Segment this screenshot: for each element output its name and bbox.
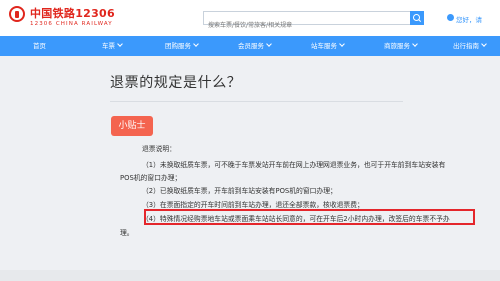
brand-subtitle: 12306 CHINA RAILWAY (30, 21, 113, 27)
nav-label: 出行指南 (453, 42, 479, 50)
nav-label: 商旅服务 (384, 42, 410, 50)
railway-logo-icon[interactable] (9, 6, 25, 22)
nav-item-station-service[interactable]: 站车服务 (311, 36, 345, 56)
brand-name[interactable]: 中国铁路12306 (30, 5, 115, 21)
nav-label: 会员服务 (238, 42, 264, 50)
page-title: 退票的规定是什么？ (110, 75, 242, 91)
divider (110, 101, 403, 102)
nav-label: 车票 (102, 42, 115, 50)
search-box[interactable] (203, 11, 411, 32)
chevron-down-icon (412, 41, 418, 47)
chevron-down-icon (193, 41, 199, 47)
search-button[interactable] (410, 11, 424, 25)
main-nav: 首页 车票 团购服务 会员服务 站车服务 商旅服务 出行指南 (0, 36, 500, 56)
nav-item-home[interactable]: 首页 (33, 36, 46, 56)
nav-item-business-service[interactable]: 商旅服务 (384, 36, 418, 56)
nav-label: 团购服务 (165, 42, 191, 50)
user-icon (447, 14, 454, 21)
nav-label: 站车服务 (311, 42, 337, 50)
chevron-down-icon (481, 41, 487, 47)
nav-label: 首页 (33, 42, 46, 50)
refund-rule-4-cont: 理。 (120, 229, 134, 237)
chevron-down-icon (266, 41, 272, 47)
refund-rule-2: （2）已换取纸质车票，开车前到车站安装有POS机的窗口办理； (142, 187, 337, 195)
nav-item-member-service[interactable]: 会员服务 (238, 36, 272, 56)
welcome-link[interactable]: 您好，请 (456, 14, 482, 24)
chevron-down-icon (339, 41, 345, 47)
nav-item-travel-guide[interactable]: 出行指南 (453, 36, 487, 56)
refund-note-heading: 退票说明： (142, 145, 176, 153)
chevron-down-icon (117, 41, 123, 47)
highlight-box (144, 209, 475, 225)
tip-badge: 小贴士 (111, 116, 153, 136)
search-input[interactable] (204, 19, 398, 32)
refund-rule-1: （1）未换取纸质车票，可不晚于车票发站开车前在网上办理网退票业务，也可于开车前到… (142, 161, 446, 169)
footer-strip (0, 270, 500, 281)
refund-rule-3: （3）在票面指定的开车时间前到车站办理，退还全部票款，核收退票费； (142, 201, 364, 209)
nav-item-tickets[interactable]: 车票 (102, 36, 123, 56)
header: 中国铁路12306 12306 CHINA RAILWAY 您好，请 (0, 0, 500, 36)
nav-item-group-service[interactable]: 团购服务 (165, 36, 199, 56)
refund-rule-1-cont: POS机的窗口办理； (120, 174, 182, 182)
